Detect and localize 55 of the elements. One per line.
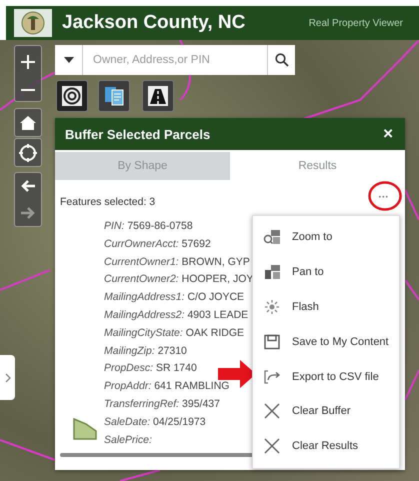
search-button[interactable]: [267, 45, 295, 75]
home-icon: [20, 116, 36, 130]
attribute-row-text: PIN: 7569-86-0758: [104, 219, 193, 234]
attribute-row-text: CurrOwnerAcct: 57692: [104, 236, 211, 252]
zoom-to-icon: [263, 229, 281, 246]
features-selected-count: Features selected: 3: [60, 196, 156, 208]
menu-item[interactable]: Zoom to: [253, 220, 399, 255]
attribute-row-text: SalePrice:: [104, 432, 152, 448]
caret-icon: [64, 57, 74, 63]
chevron-right-icon: [4, 372, 10, 382]
parcel-polygon-icon: [73, 418, 97, 440]
attribute-row-text: SaleDate: 04/25/1973: [104, 414, 206, 430]
x-icon: [263, 403, 281, 420]
pan-icon: [263, 264, 281, 280]
concentric-circles-icon: [62, 86, 82, 106]
locate-button[interactable]: [14, 138, 42, 167]
search-field[interactable]: Owner, Address,or PIN: [83, 45, 267, 75]
attribute-row-text: PropAddr: 641 RAMBLING: [104, 379, 230, 394]
highlight-circle: [368, 181, 402, 211]
attribute-row-text: MailingAddress2: 4903 LEADE: [104, 308, 248, 323]
road-icon: [148, 86, 168, 106]
back-arrow-icon[interactable]: [21, 180, 35, 192]
zoom-in-icon[interactable]: [21, 55, 35, 70]
close-button[interactable]: ×: [381, 124, 395, 144]
search-icon: [274, 53, 288, 67]
documents-tool-button[interactable]: [98, 80, 130, 112]
export-icon: [263, 368, 281, 385]
locate-icon: [19, 144, 37, 162]
menu-item[interactable]: Pan to: [253, 254, 399, 290]
documents-icon: [104, 86, 124, 106]
home-button[interactable]: [14, 108, 42, 137]
attribute-row-text: TransferringRef: 395/437: [104, 396, 220, 412]
panel-title: Buffer Selected Parcels: [65, 126, 210, 142]
road-tool-button[interactable]: [142, 80, 174, 112]
menu-item[interactable]: Save to My Content: [253, 324, 399, 360]
x-icon: [263, 438, 281, 454]
county-seal-logo: [14, 9, 52, 37]
forward-arrow-icon[interactable]: [21, 206, 35, 219]
zoom-out-icon[interactable]: [21, 88, 35, 92]
expand-sidebar-tab[interactable]: [0, 355, 15, 400]
menu-item[interactable]: Clear Results: [253, 428, 399, 464]
menu-item[interactable]: Clear Buffer: [253, 394, 399, 429]
attribute-row-text: MailingZip: 27310: [104, 344, 187, 359]
attribute-row-text: MailingAddress1: C/O JOYCE: [104, 290, 244, 306]
attribute-row-text: MailingCityState: OAK RIDGE: [104, 326, 244, 341]
buffer-tool-button[interactable]: [56, 80, 88, 112]
attribute-row-text: CurrentOwner1: BROWN, GYP: [104, 254, 250, 270]
menu-item[interactable]: Flash: [253, 290, 399, 324]
search-scope-dropdown[interactable]: [55, 45, 83, 75]
app-subtitle: Real Property Viewer: [308, 18, 403, 28]
attribute-row-text: CurrentOwner2: HOOPER, JOY: [104, 272, 254, 288]
flash-icon: [263, 298, 281, 315]
attribute-row-text: PropDesc: SR 1740: [104, 361, 197, 376]
menu-item[interactable]: Export to CSV file: [253, 359, 399, 394]
app-title: Jackson County, NC: [62, 12, 246, 34]
